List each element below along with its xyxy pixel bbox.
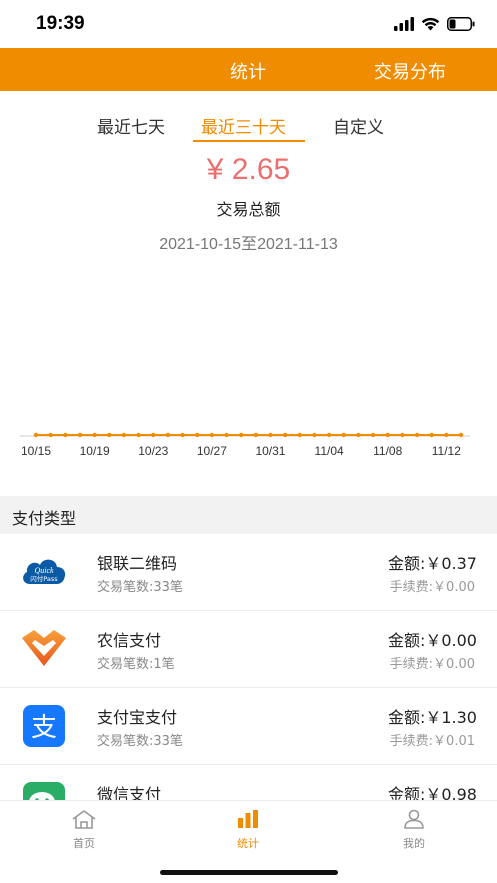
data-point xyxy=(385,432,390,438)
tab-statistics[interactable]: 统计 xyxy=(230,58,266,84)
payment-name: 农信支付 xyxy=(97,631,162,650)
payment-name: 银联二维码 xyxy=(97,554,178,573)
transaction-line-chart: 10/15 10/19 10/23 10/27 10/31 11/04 11/08 11/12 xyxy=(20,432,470,458)
home-indicator xyxy=(160,870,338,875)
x-tick-label: 10/31 xyxy=(255,444,285,458)
payment-name: 微信支付 xyxy=(97,785,162,800)
data-point xyxy=(400,432,405,438)
data-point xyxy=(121,432,127,438)
total-amount: ¥ 2.65 xyxy=(206,153,291,186)
payment-row-unionpay[interactable]: Quick 闪付Pass 银联二维码 交易笔数:33笔 金额:￥0.37 手续费… xyxy=(0,534,497,611)
bar-chart-icon xyxy=(238,810,258,828)
wifi-icon xyxy=(421,17,440,31)
data-point xyxy=(195,432,200,438)
data-point xyxy=(341,432,346,438)
date-range-text: 2021-10-15至2021-11-13 xyxy=(159,236,338,253)
data-point xyxy=(107,432,112,438)
x-tick-label: 11/04 xyxy=(315,444,344,458)
bottom-nav-statistics[interactable]: 统计 xyxy=(218,809,278,851)
payment-type-list: Quick 闪付Pass 银联二维码 交易笔数:33笔 金额:￥0.37 手续费… xyxy=(0,534,497,800)
cellular-signal-icon xyxy=(394,17,414,31)
data-point xyxy=(33,432,39,438)
status-bar: 19:39 xyxy=(0,0,497,48)
wechat-pay-icon xyxy=(23,782,65,800)
unionpay-icon-text-1: Quick xyxy=(34,566,54,575)
data-point xyxy=(77,432,83,438)
unionpay-icon-text-2: 闪付Pass xyxy=(30,574,58,583)
data-point xyxy=(268,432,273,438)
data-point xyxy=(326,432,332,438)
x-tick-label: 10/23 xyxy=(138,444,168,458)
tab-last-7-days[interactable]: 最近七天 xyxy=(97,113,165,138)
data-point xyxy=(165,432,171,438)
payment-row-alipay[interactable]: 支 支付宝支付 交易笔数:33笔 金额:￥1.30 手续费:￥0.01 xyxy=(0,688,497,765)
data-point xyxy=(414,432,420,438)
payment-amount: 金额:￥0.37 xyxy=(387,554,477,573)
data-point xyxy=(370,432,376,438)
payment-fee: 手续费:￥0.00 xyxy=(389,657,475,672)
data-point xyxy=(429,432,434,438)
date-range-tabs: 最近七天 最近三十天 自定义 xyxy=(0,108,497,144)
data-point xyxy=(253,432,259,438)
unionpay-quickpass-icon: Quick 闪付Pass xyxy=(23,559,66,584)
data-point xyxy=(63,432,68,438)
data-point xyxy=(356,432,361,438)
bottom-nav-home[interactable]: 首页 xyxy=(54,809,114,851)
x-tick-label: 11/08 xyxy=(373,444,402,458)
data-point xyxy=(444,432,449,438)
bottom-nav-mine[interactable]: 我的 xyxy=(384,809,444,851)
data-point xyxy=(48,432,53,438)
data-point xyxy=(180,432,185,438)
data-point xyxy=(238,432,244,438)
home-icon xyxy=(72,810,96,829)
battery-icon xyxy=(447,17,475,31)
bottom-nav-statistics-label: 统计 xyxy=(237,837,259,850)
tab-transaction-distribution[interactable]: 交易分布 xyxy=(374,58,446,84)
data-point xyxy=(224,432,229,438)
data-point xyxy=(458,432,464,438)
data-point xyxy=(209,432,215,438)
payment-row-wechat[interactable]: 微信支付 金额:￥0.98 xyxy=(0,765,497,800)
data-point xyxy=(151,432,156,438)
user-icon xyxy=(404,809,424,829)
payment-row-rural-credit[interactable]: 农信支付 交易笔数:1笔 金额:￥0.00 手续费:￥0.00 xyxy=(0,611,497,688)
total-amount-label: 交易总额 xyxy=(216,200,281,219)
payment-count: 交易笔数:33笔 xyxy=(97,734,183,749)
data-point xyxy=(92,432,97,438)
payment-fee: 手续费:￥0.00 xyxy=(389,580,475,595)
selected-tab-underline xyxy=(193,140,305,142)
x-tick-label: 10/15 xyxy=(21,444,51,458)
data-point xyxy=(136,432,141,438)
status-time: 19:39 xyxy=(36,13,85,34)
payment-amount: 金额:￥1.30 xyxy=(387,708,477,727)
bottom-nav-home-label: 首页 xyxy=(73,837,95,850)
x-tick-label: 10/27 xyxy=(197,444,227,458)
section-title: 支付类型 xyxy=(12,509,77,528)
x-tick-label: 10/19 xyxy=(80,444,110,458)
payment-name: 支付宝支付 xyxy=(97,708,178,727)
top-nav: 统计 交易分布 xyxy=(0,48,497,91)
data-point xyxy=(297,432,302,438)
tab-custom-range[interactable]: 自定义 xyxy=(333,113,384,138)
x-tick-label: 11/12 xyxy=(432,444,461,458)
payment-amount: 金额:￥0.98 xyxy=(387,785,477,800)
payment-count: 交易笔数:33笔 xyxy=(97,580,183,595)
payment-type-section-header: 支付类型 xyxy=(0,496,497,534)
status-icons xyxy=(394,15,475,33)
payment-fee: 手续费:￥0.01 xyxy=(389,734,475,749)
data-point xyxy=(312,432,317,438)
bottom-nav-mine-label: 我的 xyxy=(403,837,425,850)
tab-last-30-days[interactable]: 最近三十天 xyxy=(201,113,286,138)
alipay-icon: 支 xyxy=(23,705,65,747)
rural-credit-pay-icon xyxy=(22,630,66,666)
payment-count: 交易笔数:1笔 xyxy=(97,657,175,672)
alipay-icon-glyph: 支 xyxy=(31,713,57,743)
payment-amount: 金额:￥0.00 xyxy=(387,631,477,650)
data-point xyxy=(282,432,288,438)
